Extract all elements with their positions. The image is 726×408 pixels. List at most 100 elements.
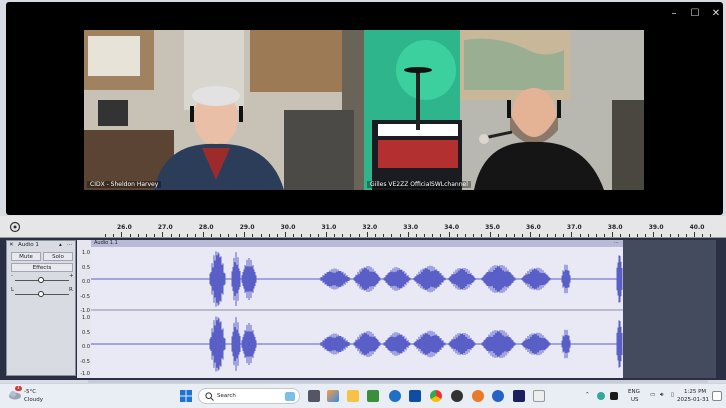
ruler-tick-label: 32.0: [362, 224, 378, 231]
ruler-tick: [440, 234, 442, 237]
tray-app-icon-2[interactable]: [610, 392, 618, 400]
track-menu-icon[interactable]: ⋯: [67, 242, 73, 248]
taskbar-search-box[interactable]: Search: [198, 388, 300, 404]
ruler-tick: [383, 234, 385, 237]
ruler-tick: [317, 234, 319, 237]
participant-video-tile-2[interactable]: Gilles VE2ZZ OfficialSWLchannel: [364, 30, 644, 190]
language-code[interactable]: ENG: [628, 389, 640, 395]
scale-label: -1.0: [80, 371, 90, 377]
track-name[interactable]: Audio 1: [18, 242, 39, 248]
keyboard-layout[interactable]: US: [631, 397, 639, 403]
close-track-icon[interactable]: ✕: [9, 242, 14, 248]
ruler-tick: [571, 232, 573, 237]
desktop: – ☐ ✕ CIDX - Sheldon Harvey Gilles VE2ZZ…: [0, 0, 726, 408]
ruler-tick: [235, 234, 237, 237]
ruler-tick: [505, 234, 507, 237]
ruler-tick: [685, 234, 687, 237]
weather-temperature[interactable]: -5°C: [24, 389, 36, 395]
clip-menu-icon[interactable]: ⋯: [614, 240, 619, 247]
network-icon[interactable]: ▭: [650, 392, 655, 398]
ruler-tick: [514, 234, 515, 237]
ruler-tick: [424, 234, 426, 237]
task-view-icon[interactable]: [308, 390, 320, 402]
ruler-tick: [644, 234, 646, 237]
weather-condition[interactable]: Cloudy: [24, 397, 43, 403]
participant-video-2: [364, 30, 644, 190]
file-explorer-icon[interactable]: [347, 390, 359, 402]
minimize-button[interactable]: –: [663, 8, 685, 20]
track-area: ✕ Audio 1 ▴ ⋯ Mute Solo Effects - + L R …: [0, 238, 726, 380]
collapse-track-icon[interactable]: ▴: [59, 242, 62, 248]
clock-time[interactable]: 1:25 PM: [684, 389, 706, 395]
ruler-tick: [661, 234, 663, 237]
windows-taskbar: 1 -5°C Cloudy Search ⌃ ENG US ▭ 🔊︎ ▯ 1:2…: [0, 383, 726, 408]
participant-name-label: CIDX - Sheldon Harvey: [87, 181, 162, 188]
ruler-tick: [415, 234, 417, 237]
tray-app-icon[interactable]: [597, 392, 605, 400]
edge-icon[interactable]: [389, 390, 401, 402]
store-icon[interactable]: [367, 390, 379, 402]
obs-icon[interactable]: [451, 390, 463, 402]
ruler-tick: [219, 234, 221, 237]
ruler-tick: [260, 234, 262, 237]
tray-expand-icon[interactable]: ⌃: [585, 392, 590, 398]
ruler-tick: [334, 234, 336, 237]
ruler-tick: [154, 234, 156, 237]
audacity-icon[interactable]: [513, 390, 525, 402]
clip-title-bar[interactable]: Audio 1.1 ⋯: [91, 240, 623, 247]
battery-icon[interactable]: ▯: [671, 392, 674, 398]
zoom-icon[interactable]: [492, 390, 504, 402]
close-button[interactable]: ✕: [705, 8, 726, 20]
participant-video-tile-1[interactable]: CIDX - Sheldon Harvey: [84, 30, 364, 190]
ruler-tick: [407, 232, 409, 237]
ruler-tick: [145, 234, 147, 237]
copilot-icon[interactable]: [327, 390, 339, 402]
pan-left-label: L: [11, 287, 15, 293]
empty-timeline-region[interactable]: [623, 240, 716, 378]
ruler-tick-label: 40.0: [689, 224, 705, 231]
ruler-tick: [620, 234, 622, 237]
ruler-tick: [669, 234, 671, 237]
ruler-tick: [113, 234, 115, 237]
solo-button[interactable]: Solo: [43, 252, 73, 261]
timeline-ruler[interactable]: 26.0 27.0 28.0 29.0 30.0 31.0 32.0 33.0 34.0 35.0…: [0, 216, 726, 238]
audio-clip[interactable]: Audio 1.1 ⋯: [91, 240, 623, 378]
ruler-tick: [473, 234, 475, 237]
mute-button[interactable]: Mute: [11, 252, 41, 261]
ruler-tick: [530, 232, 532, 237]
maximize-button[interactable]: ☐: [684, 8, 706, 20]
ruler-tick: [350, 234, 352, 237]
scale-label: 0.0: [82, 344, 90, 350]
gain-minus-label: -: [11, 273, 13, 279]
timeline-options-icon[interactable]: [8, 220, 22, 234]
scale-label: 0.5: [82, 330, 90, 336]
ruler-tick: [137, 234, 139, 237]
notifications-icon[interactable]: [712, 391, 722, 401]
windows-start-icon[interactable]: [180, 390, 192, 402]
scale-label: -1.0: [80, 308, 90, 314]
ruler-tick-label: 34.0: [444, 224, 459, 231]
firefox-icon[interactable]: [472, 390, 484, 402]
amplitude-scale[interactable]: 1.0 0.5 0.0 -0.5 -1.0 1.0 0.5 0.0 -0.5 -…: [77, 240, 91, 378]
ruler-tick: [710, 234, 712, 237]
ruler-tick: [227, 234, 229, 237]
ruler-tick-label: 37.0: [566, 224, 582, 231]
volume-icon[interactable]: 🔊︎: [660, 392, 663, 399]
word-icon[interactable]: [409, 390, 421, 402]
effects-button[interactable]: Effects: [11, 263, 73, 272]
clip-name: Audio 1.1: [94, 240, 118, 246]
ruler-tick: [628, 234, 630, 237]
ruler-tick: [579, 234, 581, 237]
waveform-channel-left: [91, 251, 623, 307]
app-icon[interactable]: [533, 390, 545, 402]
pan-slider-thumb[interactable]: [38, 291, 44, 297]
ruler-tick: [497, 234, 499, 237]
waveform-path: [91, 316, 623, 372]
ruler-tick-label: 29.0: [239, 224, 255, 231]
ruler-tick: [538, 234, 540, 237]
ruler-tick: [653, 232, 655, 237]
chrome-icon[interactable]: [430, 390, 442, 402]
clock-date[interactable]: 2025-01-31: [677, 397, 709, 403]
search-placeholder: Search: [217, 393, 236, 399]
gain-slider-thumb[interactable]: [38, 277, 44, 283]
